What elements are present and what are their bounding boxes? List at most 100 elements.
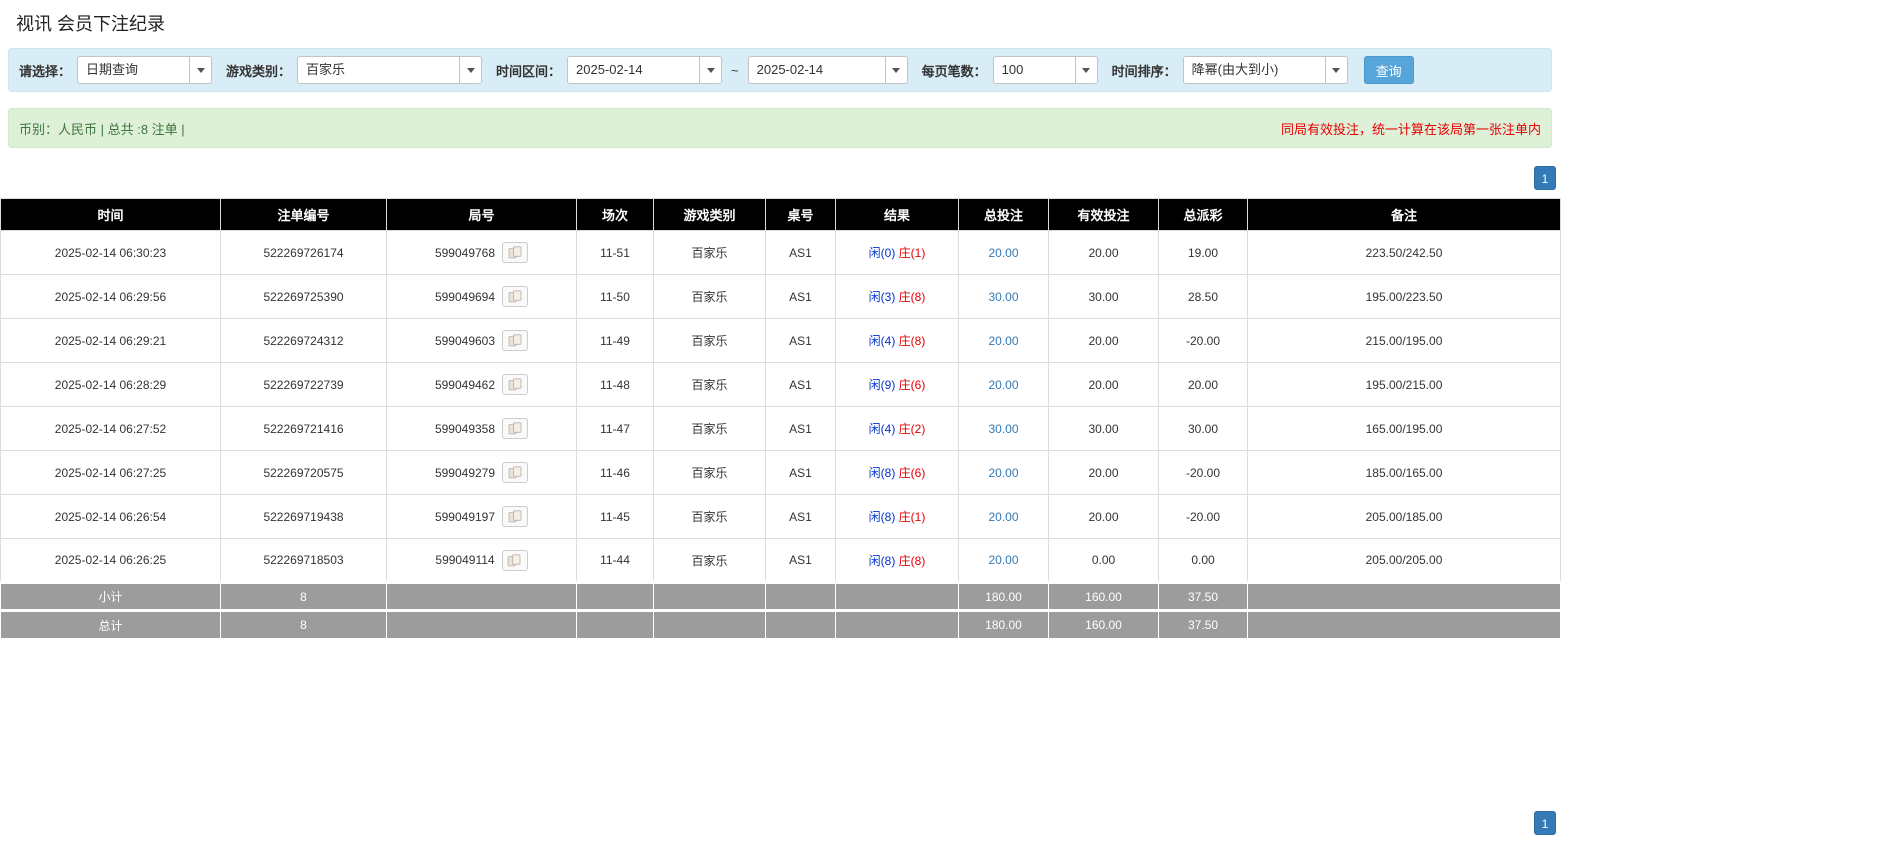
total-count: 8 [220, 609, 387, 639]
table-no-cell: AS1 [765, 274, 836, 319]
col-bet-id: 注单编号 [220, 198, 387, 231]
cards-icon[interactable] [502, 374, 529, 395]
bet-id-cell: 522269718503 [220, 538, 387, 583]
table-row: 2025-02-14 06:29:56 522269725390 5990496… [0, 274, 1561, 319]
query-type-label: 请选择： [19, 63, 72, 79]
cards-icon[interactable] [501, 549, 528, 571]
currency-summary: 币别：人民币 | 总共 :8 注单 | [19, 121, 185, 137]
remark-cell: 165.00/195.00 [1247, 406, 1561, 451]
game-type-cell: 百家乐 [653, 494, 766, 539]
search-button[interactable]: 查询 [1363, 56, 1414, 84]
banker-result: 庄(8) [898, 334, 926, 348]
remark-cell: 195.00/223.50 [1247, 274, 1561, 319]
cards-icon[interactable] [502, 330, 529, 351]
total-bet-cell: 20.00 [958, 362, 1049, 407]
cards-icon[interactable] [502, 506, 529, 527]
table-header-row: 时间 注单编号 局号 场次 游戏类别 桌号 结果 总投注 有效投注 总派彩 备注 [0, 198, 1561, 231]
bet-id-cell: 522269722739 [220, 362, 387, 407]
cards-icon[interactable] [502, 418, 529, 439]
subtotal-total-bet: 180.00 [958, 581, 1049, 611]
time-cell: 2025-02-14 06:27:25 [0, 450, 221, 495]
valid-bet-cell: 30.00 [1048, 406, 1159, 451]
result-cell: 闲(9) 庄(6) [835, 362, 959, 407]
col-time: 时间 [0, 198, 221, 231]
game-type-cell: 百家乐 [653, 538, 766, 583]
round-cell: 599049358 [386, 406, 577, 451]
pagination-bottom: 1 [0, 811, 1556, 835]
cards-icon[interactable] [502, 286, 529, 307]
valid-bet-cell: 20.00 [1048, 230, 1159, 275]
sort-select[interactable]: 降幂(由大到小) [1182, 56, 1348, 84]
date-to-select[interactable]: 2025-02-14 [747, 56, 908, 84]
subtotal-valid-bet: 160.00 [1048, 581, 1159, 611]
table-row: 2025-02-14 06:28:29 522269722739 5990494… [0, 362, 1561, 407]
time-range-label: 时间区间： [496, 63, 562, 79]
chevron-down-icon[interactable] [1324, 57, 1347, 83]
table-no-cell: AS1 [765, 450, 836, 495]
page-1-button[interactable]: 1 [1534, 811, 1556, 835]
game-type-cell: 百家乐 [653, 450, 766, 495]
page-size-select[interactable]: 100 [992, 56, 1098, 84]
session-cell: 11-47 [576, 406, 654, 451]
remark-cell: 205.00/205.00 [1247, 538, 1561, 583]
total-bet-cell: 20.00 [958, 494, 1049, 539]
page-title: 视讯 会员下注纪录 [16, 14, 166, 34]
table-body: 2025-02-14 06:30:23 522269726174 5990497… [0, 230, 1561, 583]
col-table-no: 桌号 [765, 198, 836, 231]
sort-value: 降幂(由大到小) [1191, 62, 1279, 77]
game-type-label: 游戏类别： [226, 63, 292, 79]
subtotal-payout: 37.50 [1158, 581, 1248, 611]
total-bet-cell: 30.00 [958, 274, 1049, 319]
chevron-down-icon[interactable] [1074, 57, 1097, 83]
time-cell: 2025-02-14 06:28:29 [0, 362, 221, 407]
time-cell: 2025-02-14 06:27:52 [0, 406, 221, 451]
remark-cell: 215.00/195.00 [1247, 318, 1561, 363]
table-no-cell: AS1 [765, 538, 836, 583]
round-cell: 599049114 [386, 538, 577, 583]
total-bet-link[interactable]: 20.00 [988, 378, 1018, 392]
player-result: 闲(3) [868, 290, 896, 304]
remark-cell: 185.00/165.00 [1247, 450, 1561, 495]
cards-icon[interactable] [502, 462, 529, 483]
table-row: 2025-02-14 06:26:54 522269719438 5990491… [0, 494, 1561, 539]
time-cell: 2025-02-14 06:26:25 [0, 538, 221, 583]
chevron-down-icon[interactable] [699, 57, 722, 83]
payout-cell: 20.00 [1158, 362, 1248, 407]
date-from-select[interactable]: 2025-02-14 [567, 56, 723, 84]
total-bet-link[interactable]: 20.00 [988, 246, 1018, 260]
chevron-down-icon[interactable] [884, 57, 907, 83]
round-number: 599049462 [434, 377, 496, 392]
cards-icon[interactable] [502, 242, 529, 263]
page-1-button[interactable]: 1 [1534, 166, 1556, 190]
table-row: 2025-02-14 06:26:25 522269718503 5990491… [0, 538, 1561, 583]
total-bet-link[interactable]: 20.00 [988, 466, 1018, 480]
total-valid-bet: 160.00 [1048, 609, 1159, 639]
summary-bar: 币别：人民币 | 总共 :8 注单 | 同局有效投注，统一计算在该局第一张注单内 [8, 108, 1552, 148]
remark-cell: 205.00/185.00 [1247, 494, 1561, 539]
total-bet-link[interactable]: 30.00 [988, 422, 1018, 436]
time-cell: 2025-02-14 06:30:23 [0, 230, 221, 275]
result-cell: 闲(8) 庄(8) [835, 538, 959, 583]
player-result: 闲(4) [868, 422, 896, 436]
total-bet-link[interactable]: 20.00 [988, 510, 1018, 524]
date-to-value: 2025-02-14 [756, 62, 824, 77]
col-valid-bet: 有效投注 [1048, 198, 1159, 231]
chevron-down-icon[interactable] [459, 57, 482, 83]
total-payout: 37.50 [1158, 609, 1248, 639]
round-cell: 599049197 [386, 494, 577, 539]
total-bet-link[interactable]: 30.00 [988, 290, 1018, 304]
game-type-cell: 百家乐 [653, 362, 766, 407]
total-bet-link[interactable]: 20.00 [988, 553, 1018, 567]
chevron-down-icon[interactable] [189, 57, 212, 83]
game-type-value: 百家乐 [306, 62, 346, 77]
result-cell: 闲(8) 庄(1) [835, 494, 959, 539]
result-cell: 闲(3) 庄(8) [835, 274, 959, 319]
banker-result: 庄(2) [898, 422, 926, 436]
query-type-select[interactable]: 日期查询 [77, 56, 213, 84]
banker-result: 庄(6) [898, 466, 926, 480]
valid-bet-cell: 30.00 [1048, 274, 1159, 319]
payout-cell: 19.00 [1158, 230, 1248, 275]
total-bet-link[interactable]: 20.00 [988, 334, 1018, 348]
game-type-select[interactable]: 百家乐 [297, 56, 483, 84]
session-cell: 11-49 [576, 318, 654, 363]
